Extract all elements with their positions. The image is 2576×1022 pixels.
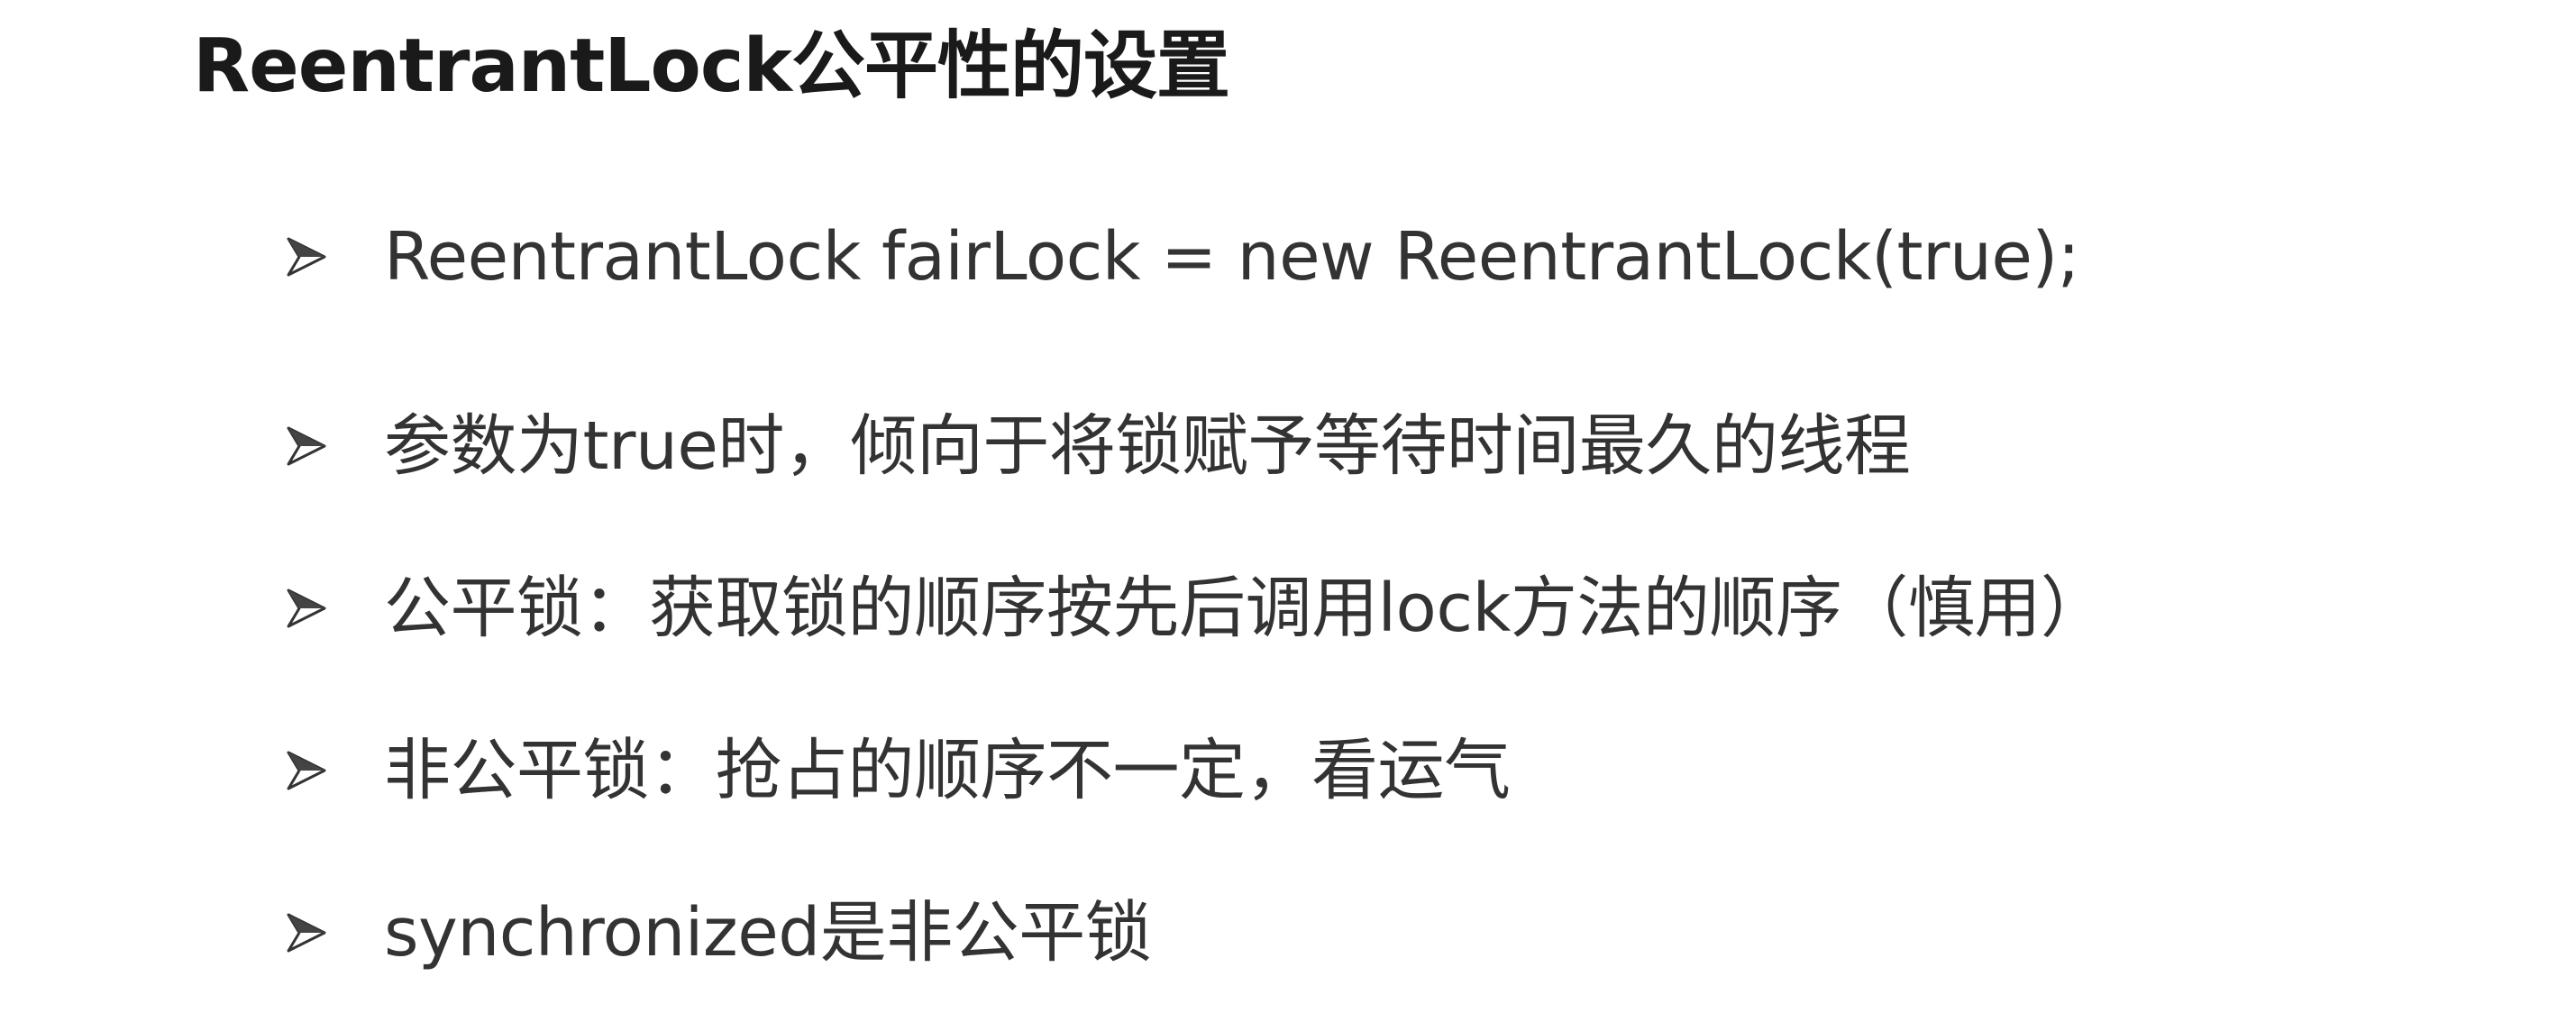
arrow-bullet-icon bbox=[279, 581, 333, 635]
arrow-bullet-icon bbox=[279, 744, 333, 798]
bullet-list: ReentrantLock fairLock = new ReentrantLo… bbox=[279, 0, 2533, 1022]
arrow-bullet-icon bbox=[279, 230, 333, 284]
slide: ReentrantLock公平性的设置 ReentrantLock fairLo… bbox=[0, 0, 2576, 1022]
bullet-item: synchronized是非公平锁 bbox=[279, 883, 1152, 982]
arrow-bullet-icon bbox=[279, 906, 333, 960]
bullet-text: 参数为true时，倾向于将锁赋予等待时间最久的线程 bbox=[384, 407, 1911, 485]
bullet-item: 非公平锁：抢占的顺序不一定，看运气 bbox=[279, 721, 1511, 820]
bullet-text: 非公平锁：抢占的顺序不一定，看运气 bbox=[384, 732, 1511, 809]
bullet-item: 公平锁：获取锁的顺序按先后调用lock方法的顺序（慎用） bbox=[279, 559, 2107, 658]
bullet-item: ReentrantLock fairLock = new ReentrantLo… bbox=[279, 207, 2080, 306]
bullet-item: 参数为true时，倾向于将锁赋予等待时间最久的线程 bbox=[279, 397, 1911, 496]
arrow-bullet-icon bbox=[279, 419, 333, 473]
bullet-text: 公平锁：获取锁的顺序按先后调用lock方法的顺序（慎用） bbox=[384, 570, 2107, 647]
bullet-text: ReentrantLock fairLock = new ReentrantLo… bbox=[384, 218, 2080, 296]
bullet-text: synchronized是非公平锁 bbox=[384, 894, 1152, 972]
